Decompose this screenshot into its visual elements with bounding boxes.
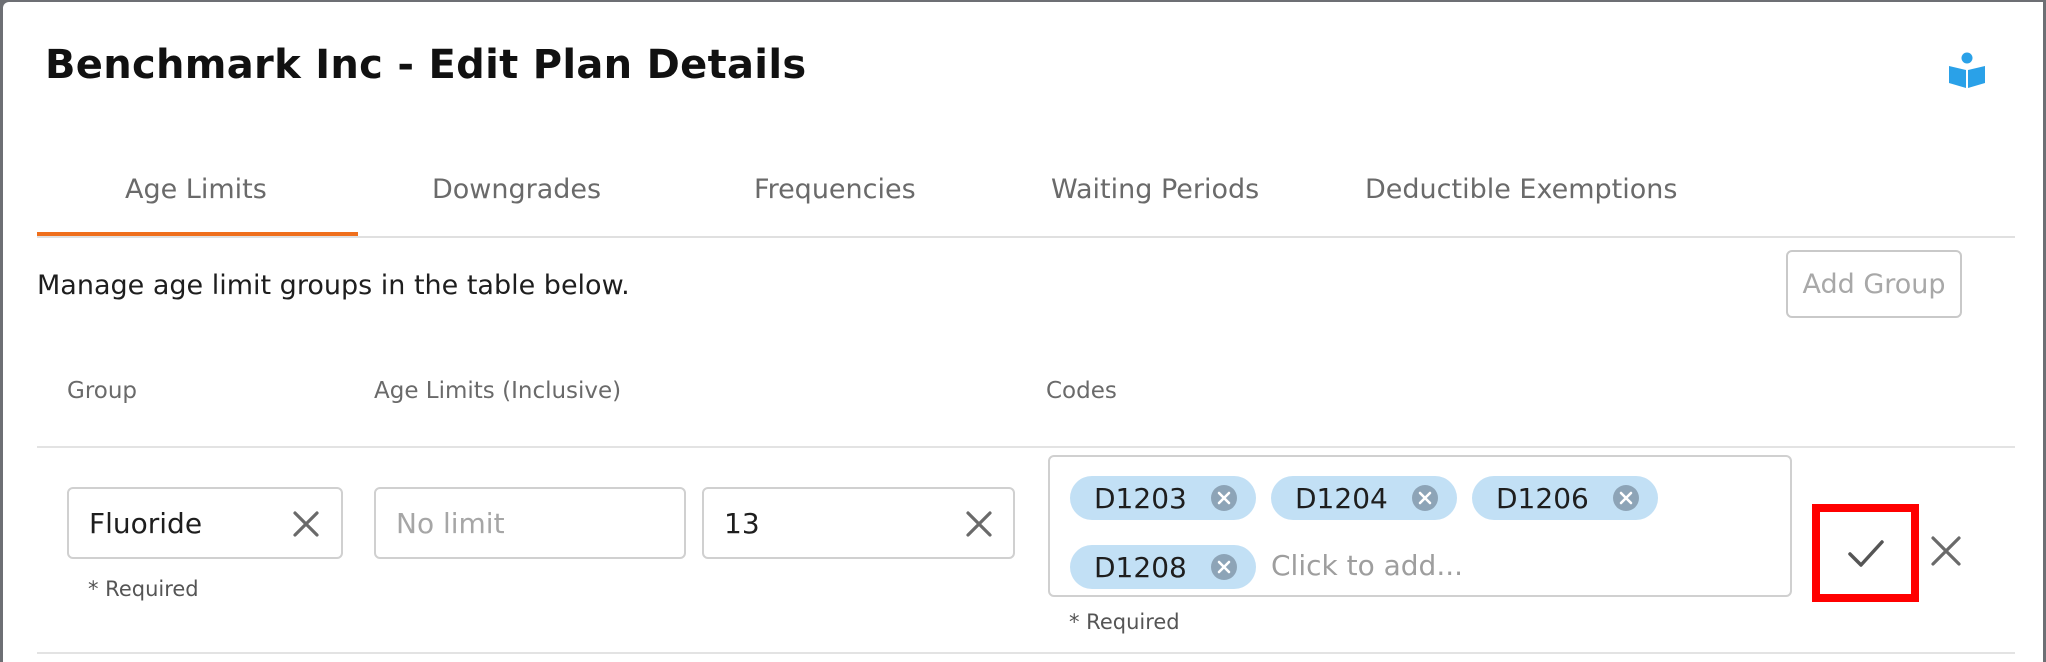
remove-chip-icon[interactable] (1210, 484, 1238, 512)
clear-icon[interactable] (964, 509, 994, 539)
confirm-row-button[interactable] (1812, 504, 1919, 602)
remove-chip-icon[interactable] (1411, 484, 1439, 512)
edit-plan-dialog: Benchmark Inc - Edit Plan Details Age Li… (3, 2, 2043, 662)
code-chip-label: D1208 (1094, 551, 1187, 584)
group-required-note: * Required (88, 577, 199, 601)
code-chip: D1204 (1271, 476, 1457, 520)
column-header-codes: Codes (1046, 378, 1117, 404)
column-header-group: Group (67, 378, 138, 404)
close-icon[interactable] (1927, 532, 1965, 570)
tab-bar: Age Limits Downgrades Frequencies Waitin… (37, 152, 2015, 238)
code-chip: D1208 (1070, 545, 1256, 589)
codes-placeholder: Click to add... (1271, 549, 1464, 582)
age-min-placeholder: No limit (396, 507, 505, 540)
column-header-age-limits: Age Limits (Inclusive) (374, 378, 622, 404)
section-description: Manage age limit groups in the table bel… (37, 270, 630, 301)
codes-input[interactable]: D1203 D1204 D1206 D1208 Click to add... (1048, 455, 1792, 597)
tab-downgrades[interactable]: Downgrades (432, 174, 601, 205)
group-name-value: Fluoride (89, 507, 203, 540)
row-divider (37, 652, 2015, 654)
code-chip: D1203 (1070, 476, 1256, 520)
codes-required-note: * Required (1069, 610, 1180, 634)
tab-waiting-periods[interactable]: Waiting Periods (1051, 174, 1259, 205)
remove-chip-icon[interactable] (1612, 484, 1640, 512)
age-min-field[interactable]: No limit (374, 487, 686, 559)
clear-icon[interactable] (291, 509, 321, 539)
code-chip-label: D1203 (1094, 482, 1187, 515)
age-max-field[interactable]: 13 (702, 487, 1015, 559)
book-reader-icon[interactable] (1947, 50, 1987, 90)
page-title: Benchmark Inc - Edit Plan Details (45, 42, 807, 88)
tab-divider (37, 236, 2015, 238)
code-chip-label: D1206 (1496, 482, 1589, 515)
checkmark-icon (1847, 540, 1884, 567)
remove-chip-icon[interactable] (1210, 553, 1238, 581)
age-max-value: 13 (724, 507, 760, 540)
tab-frequencies[interactable]: Frequencies (754, 174, 916, 205)
row-divider (37, 446, 2015, 448)
add-group-button[interactable]: Add Group (1786, 250, 1962, 318)
tab-deductible-exemptions[interactable]: Deductible Exemptions (1365, 174, 1677, 205)
code-chip: D1206 (1472, 476, 1658, 520)
group-name-field[interactable]: Fluoride (67, 487, 343, 559)
code-chip-label: D1204 (1295, 482, 1388, 515)
tab-age-limits[interactable]: Age Limits (125, 174, 267, 205)
